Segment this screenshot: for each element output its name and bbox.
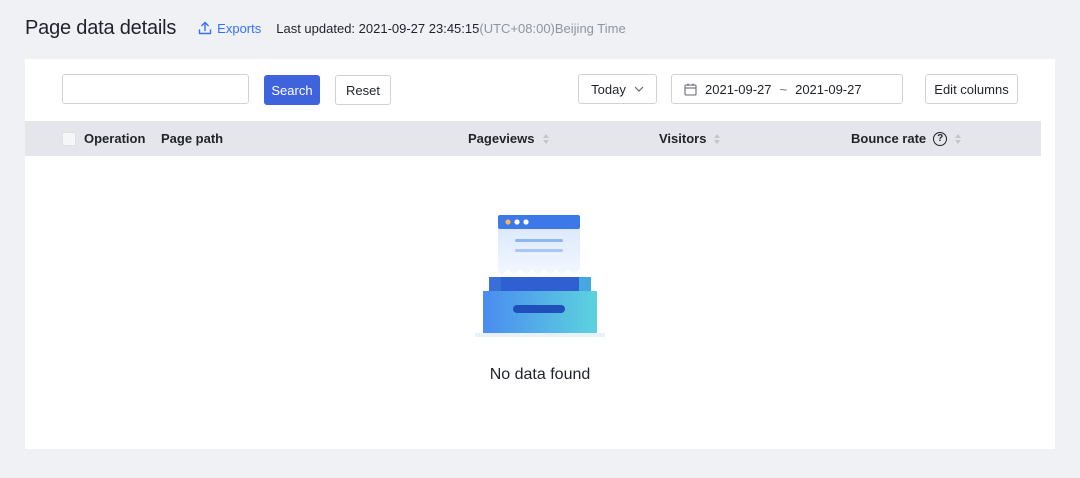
date-range-picker[interactable]: 2021-09-27 ~ 2021-09-27 [671, 74, 903, 104]
date-start: 2021-09-27 [705, 81, 772, 97]
last-updated: Last updated: 2021-09-27 23:45:15(UTC+08… [276, 21, 625, 36]
last-updated-time: Last updated: 2021-09-27 23:45:15 [276, 20, 480, 36]
help-icon[interactable]: ? [933, 131, 948, 146]
exports-link[interactable]: Exports [198, 21, 261, 36]
sort-icon[interactable] [714, 133, 721, 144]
period-select[interactable]: Today [578, 74, 657, 104]
column-pageviews-label: Pageviews [468, 131, 535, 146]
upload-icon [198, 21, 212, 35]
search-input[interactable] [62, 74, 249, 104]
select-all-checkbox[interactable] [62, 132, 76, 146]
column-visitors[interactable]: Visitors [659, 121, 721, 156]
date-end: 2021-09-27 [795, 81, 862, 97]
empty-state: No data found [25, 156, 1055, 449]
data-card: Search Reset Today 2021-09-27 ~ 2021-09-… [25, 59, 1055, 449]
chevron-down-icon [634, 86, 644, 92]
column-page-path: Page path [161, 131, 224, 146]
exports-label: Exports [217, 20, 262, 36]
column-pageviews[interactable]: Pageviews [468, 121, 549, 156]
column-bounce-rate[interactable]: Bounce rate ? [851, 121, 962, 156]
page-title: Page data details [25, 16, 177, 39]
column-bounce-rate-label: Bounce rate [851, 131, 927, 146]
column-operation: Operation [84, 131, 146, 146]
period-select-label: Today [591, 81, 626, 97]
empty-box-illustration [475, 215, 605, 337]
page-header: Page data details Exports Last updated: … [25, 14, 626, 42]
edit-columns-button[interactable]: Edit columns [925, 74, 1018, 104]
column-visitors-label: Visitors [659, 131, 707, 146]
search-button[interactable]: Search [264, 75, 320, 105]
filter-toolbar: Search Reset Today 2021-09-27 ~ 2021-09-… [25, 59, 1055, 121]
last-updated-timezone: (UTC+08:00)Beijing Time [479, 20, 626, 36]
table-header: Operation Page path Pageviews Visitors B… [25, 121, 1041, 156]
sort-icon[interactable] [542, 133, 549, 144]
reset-button[interactable]: Reset [335, 75, 391, 105]
date-separator: ~ [779, 81, 788, 97]
empty-text: No data found [489, 366, 591, 383]
sort-icon[interactable] [955, 133, 962, 144]
calendar-icon [684, 83, 697, 96]
